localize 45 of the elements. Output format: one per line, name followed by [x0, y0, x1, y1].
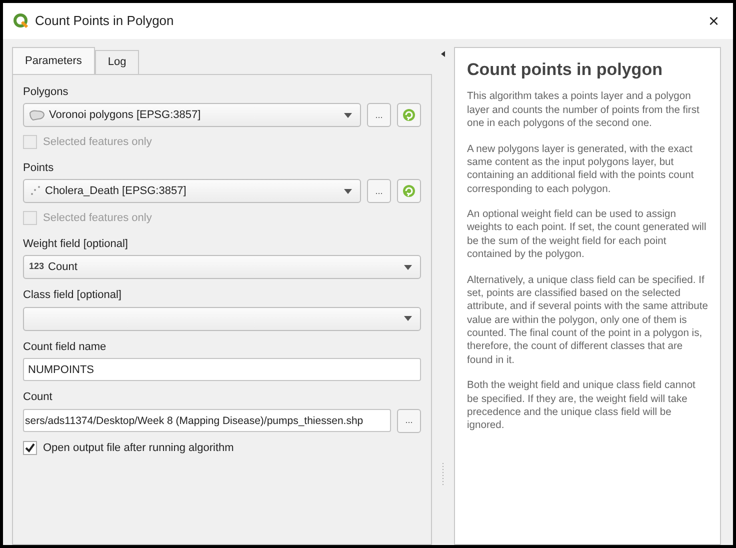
dropdown-caret-icon: [344, 112, 352, 118]
dropdown-value: Cholera_Death [EPSG:3857]: [45, 184, 188, 199]
tab[interactable]: Log: [94, 50, 140, 74]
refresh-icon: [402, 184, 416, 198]
field-type-label: 123: [29, 260, 44, 274]
field-label: Class field [optional]: [23, 288, 122, 303]
window-title: Count Points in Polygon: [35, 12, 175, 30]
help-title: Count points in polygon: [467, 60, 664, 80]
text-input[interactable]: NUMPOINTS: [23, 358, 421, 381]
checkbox-label: Open output file after running algorithm: [43, 440, 234, 456]
iterate-button[interactable]: [397, 103, 421, 127]
point-layer-icon: [29, 185, 41, 197]
field-label: Polygons: [23, 84, 70, 100]
close-button[interactable]: ×: [704, 12, 723, 30]
dropdown-caret-icon: [404, 264, 412, 270]
dropdown[interactable]: Cholera_Death [EPSG:3857]: [23, 179, 361, 203]
field-label: Weight field [optional]: [23, 236, 129, 252]
field-label: Count: [23, 390, 54, 405]
dropdown-caret-icon: [344, 188, 352, 194]
collapse-arrow-icon[interactable]: [441, 51, 445, 57]
browse-button[interactable]: ...: [367, 179, 391, 203]
checkbox-label: Selected features only: [43, 211, 152, 226]
field-label: Points: [23, 160, 55, 176]
tab[interactable]: Parameters: [12, 47, 95, 74]
dropdown[interactable]: [23, 306, 421, 330]
browse-button[interactable]: ...: [367, 103, 391, 127]
checkbox-label: Selected features only: [43, 135, 152, 150]
help-paragraph: An optional weight field can be used to assign weights to each point. If set, the count generated will be the sum of the weight field for each point contained by the polygon.: [467, 208, 708, 262]
app-logo-icon: [13, 13, 29, 29]
field-label: Count field name: [23, 340, 108, 354]
dropdown-value: Voronoi polygons [EPSG:3857]: [49, 108, 202, 123]
dropdown[interactable]: 123 Count: [23, 255, 421, 279]
dropdown-caret-icon: [404, 316, 412, 321]
help-paragraph: This algorithm takes a points layer and a polygon layer and counts the number of points from the first one in each polygons of the second one.: [467, 90, 700, 131]
checkbox[interactable]: [23, 440, 37, 455]
refresh-icon: [402, 108, 416, 122]
help-paragraph: A new polygons layer is generated, with the exact same content as the input polygons layer, but containing an additional field with the points count corresponding to each polygon.: [467, 142, 695, 196]
help-paragraph: Both the weight field and unique class field cannot be specified. If they are, the weight field will take precedence and the unique class field will be ignored.: [467, 379, 696, 433]
iterate-button[interactable]: [397, 179, 421, 203]
polygon-layer-icon: [29, 110, 45, 120]
help-paragraph: Alternatively, a unique class field can be specified. If set, points are classified based on the selected attribute, and if several points with the same attribute value are within the polygon, only one of them is counted. The final count of the point in a polygon is, therefore, the count of different classes that are found in it.: [467, 274, 708, 368]
dropdown-value: Count: [48, 260, 78, 275]
browse-button[interactable]: ...: [397, 408, 421, 432]
file-path-input[interactable]: sers/ads11374/Desktop/Week 8 (Mapping Disease)/pumps_thiessen.shp: [23, 409, 391, 432]
dropdown[interactable]: Voronoi polygons [EPSG:3857]: [23, 103, 361, 127]
